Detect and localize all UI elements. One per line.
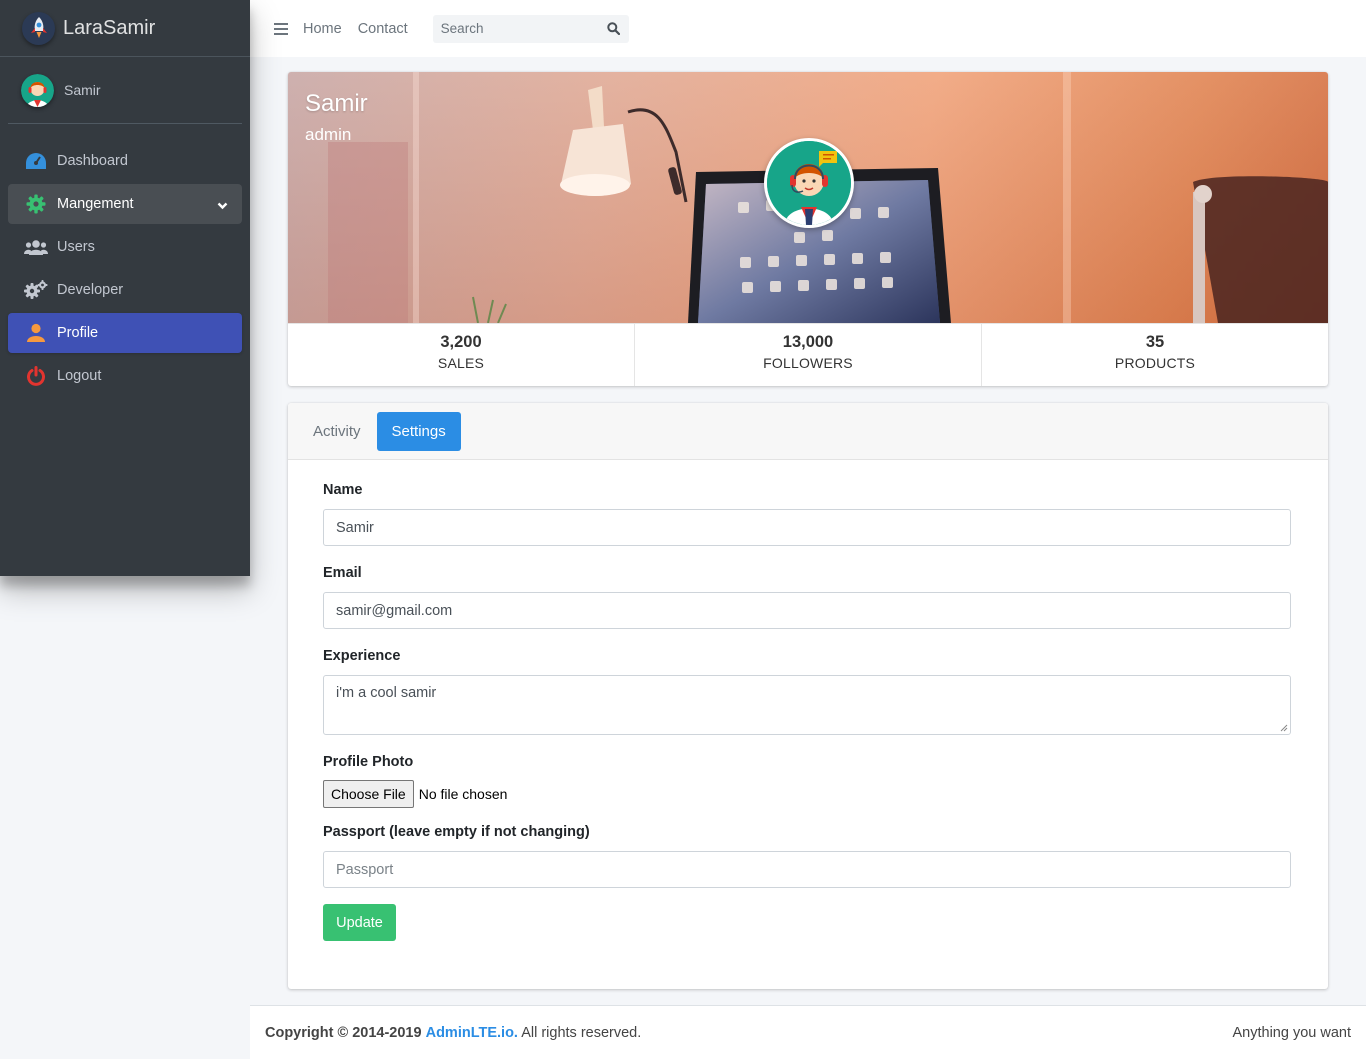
sidebar-item-label: Users bbox=[57, 239, 95, 255]
nav-link-home[interactable]: Home bbox=[303, 21, 342, 37]
experience-text: i'm a cool samir bbox=[336, 685, 437, 701]
rocket-logo-icon bbox=[22, 11, 55, 45]
stat-value: 35 bbox=[1145, 333, 1165, 351]
sidebar-item-developer[interactable]: Developer bbox=[8, 270, 242, 310]
passport-field[interactable]: Passport bbox=[323, 851, 1291, 888]
tachometer-icon bbox=[24, 151, 48, 171]
stat-value: 13,000 bbox=[782, 333, 834, 351]
update-button[interactable]: Update bbox=[323, 904, 396, 941]
sidebar-item-label: Profile bbox=[57, 325, 99, 341]
copyright-text: Copyright © 2014-2019 bbox=[265, 1024, 422, 1041]
profile-avatar-icon[interactable] bbox=[764, 138, 854, 228]
stat-label: FOLLOWERS bbox=[763, 355, 853, 371]
nav-link-contact[interactable]: Contact bbox=[358, 21, 408, 37]
email-field[interactable]: samir@gmail.com bbox=[323, 592, 1291, 629]
chevron-down-icon[interactable] bbox=[217, 197, 228, 213]
sidebar-nav: Dashboard Mangement Users Developer Prof… bbox=[0, 124, 250, 396]
rights-text: All rights reserved. bbox=[521, 1024, 642, 1041]
user-panel[interactable]: Samir bbox=[8, 57, 242, 124]
sidebar-item-label: Developer bbox=[57, 282, 124, 298]
name-field[interactable]: Samir bbox=[323, 509, 1291, 546]
brand-name: LaraSamir bbox=[63, 16, 156, 39]
profile-stats: 3,200 SALES 13,000 FOLLOWERS 35 PRODUCTS bbox=[288, 323, 1328, 386]
settings-card: Activity Settings Name Samir Email samir… bbox=[288, 403, 1328, 989]
power-off-icon bbox=[24, 366, 48, 386]
sidebar-item-label: Mangement bbox=[57, 196, 134, 212]
search-input[interactable] bbox=[432, 14, 599, 43]
user-icon bbox=[24, 323, 48, 343]
navbar-search bbox=[432, 14, 629, 43]
sidebar-item-profile[interactable]: Profile bbox=[8, 313, 242, 353]
email-label: Email bbox=[323, 565, 362, 581]
footer-copyright: Copyright © 2014-2019 AdminLTE.io. All r… bbox=[265, 1025, 641, 1041]
stat-products: 35 PRODUCTS bbox=[982, 324, 1328, 386]
choose-file-button[interactable]: Choose File bbox=[323, 780, 414, 808]
support-agent-avatar-icon bbox=[21, 73, 54, 107]
stat-sales: 3,200 SALES bbox=[288, 324, 635, 386]
profile-cover-image: Samir admin bbox=[288, 72, 1328, 323]
stat-label: SALES bbox=[437, 355, 485, 371]
profile-name: Samir bbox=[305, 90, 368, 117]
stat-followers: 13,000 FOLLOWERS bbox=[635, 324, 982, 386]
profile-tabs: Activity Settings bbox=[288, 403, 1328, 460]
profile-role: admin bbox=[305, 125, 352, 144]
sidebar-item-logout[interactable]: Logout bbox=[8, 356, 242, 396]
search-icon[interactable] bbox=[599, 22, 629, 35]
file-status-text: No file chosen bbox=[418, 786, 508, 802]
experience-label: Experience bbox=[323, 648, 401, 664]
hamburger-menu-icon[interactable] bbox=[274, 20, 288, 38]
sidebar-item-label: Logout bbox=[57, 368, 102, 384]
stat-label: PRODUCTS bbox=[1114, 355, 1196, 371]
sidebar-item-users[interactable]: Users bbox=[8, 227, 242, 267]
sidebar-item-label: Dashboard bbox=[57, 153, 128, 169]
passport-label: Passport (leave empty if not changing) bbox=[323, 824, 590, 840]
user-name: Samir bbox=[64, 82, 101, 98]
top-navbar: Home Contact bbox=[250, 0, 1366, 57]
resize-grip-icon[interactable] bbox=[1280, 724, 1288, 732]
name-label: Name bbox=[323, 482, 363, 498]
tab-settings[interactable]: Settings bbox=[376, 411, 461, 451]
tab-activity[interactable]: Activity bbox=[304, 412, 377, 451]
main-footer: Copyright © 2014-2019 AdminLTE.io. All r… bbox=[250, 1005, 1366, 1059]
stat-value: 3,200 bbox=[440, 333, 482, 351]
adminlte-link[interactable]: AdminLTE.io. bbox=[426, 1025, 518, 1041]
profile-photo-label: Profile Photo bbox=[323, 754, 414, 770]
cogs-icon bbox=[24, 280, 48, 300]
profile-card: Samir admin 3,200 SALES 13,000 FOLLOWERS… bbox=[288, 72, 1328, 386]
cog-icon bbox=[24, 194, 48, 214]
experience-textarea[interactable]: i'm a cool samir bbox=[323, 675, 1291, 735]
footer-right-text: Anything you want bbox=[1232, 1024, 1352, 1041]
users-icon bbox=[24, 237, 48, 257]
brand-link[interactable]: LaraSamir bbox=[0, 0, 250, 57]
sidebar-item-dashboard[interactable]: Dashboard bbox=[8, 141, 242, 181]
sidebar-item-mangement[interactable]: Mangement bbox=[8, 184, 242, 224]
main-sidebar: LaraSamir Samir Dashboard Mangement User… bbox=[0, 0, 250, 576]
settings-form: Name Samir Email samir@gmail.com Experie… bbox=[288, 460, 1328, 941]
